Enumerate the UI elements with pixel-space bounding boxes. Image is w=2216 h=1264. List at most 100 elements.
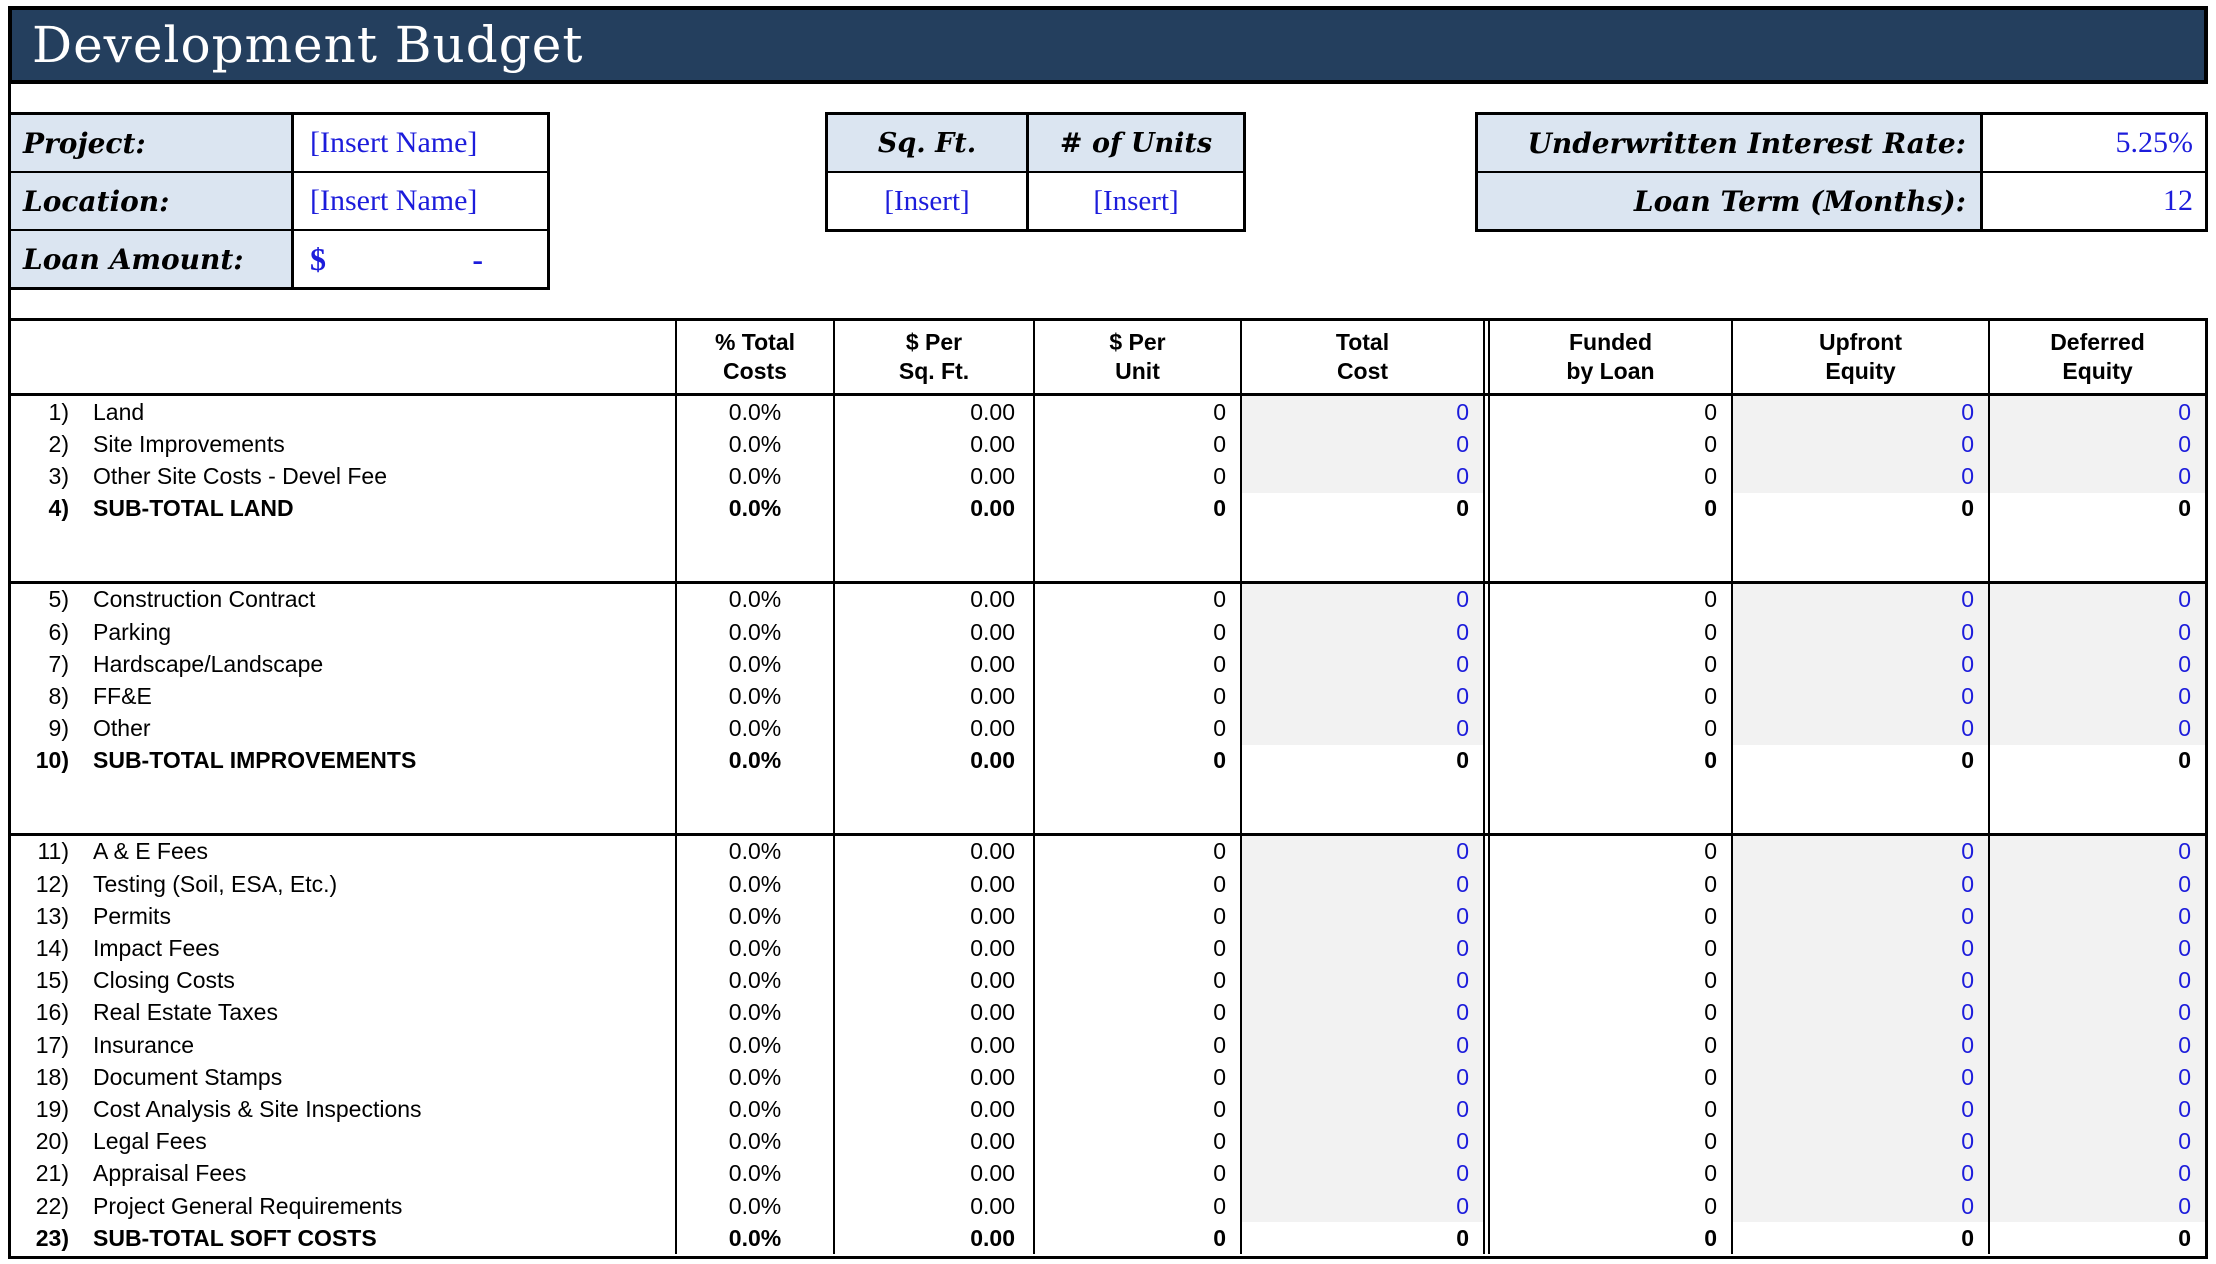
cell-total-cost[interactable]: 0: [1240, 1126, 1483, 1158]
cell-deferred-equity[interactable]: 0: [1988, 997, 2205, 1029]
cell-upfront-equity[interactable]: 0: [1731, 1126, 1988, 1158]
cell-pct-total-costs: 0.0%: [675, 1093, 833, 1125]
loan-amount-value-cell[interactable]: $ -: [294, 231, 547, 287]
cell-total-cost[interactable]: 0: [1240, 460, 1483, 492]
cell-upfront-equity[interactable]: 0: [1731, 1029, 1988, 1061]
cell-item: 8)FF&E: [11, 680, 675, 712]
cell-upfront-equity[interactable]: 0: [1731, 1158, 1988, 1190]
cell-per-sqft: 0.00: [833, 1029, 1033, 1061]
cell-upfront-equity[interactable]: 0: [1731, 836, 1988, 868]
cell-deferred-equity: 0: [1988, 1222, 2205, 1254]
cell-pct-total-costs: 0.0%: [675, 713, 833, 745]
cell-total-cost[interactable]: 0: [1240, 396, 1483, 428]
cell-total-cost[interactable]: 0: [1240, 648, 1483, 680]
cell-deferred-equity[interactable]: 0: [1988, 648, 2205, 680]
cell-deferred-equity[interactable]: 0: [1988, 932, 2205, 964]
cell-pct-total-costs: 0.0%: [675, 584, 833, 616]
item-label: Hardscape/Landscape: [93, 651, 323, 678]
cell-deferred-equity[interactable]: 0: [1988, 428, 2205, 460]
cell-upfront-equity[interactable]: 0: [1731, 713, 1988, 745]
cell-pct-total-costs: 0.0%: [675, 1158, 833, 1190]
interest-rate-value-cell[interactable]: 5.25%: [1983, 115, 2205, 171]
cell-total-cost[interactable]: 0: [1240, 965, 1483, 997]
item-label: Permits: [93, 903, 171, 930]
cell-deferred-equity[interactable]: 0: [1988, 1126, 2205, 1158]
cell-deferred-equity[interactable]: 0: [1988, 900, 2205, 932]
units-value-cell[interactable]: [Insert]: [1026, 173, 1243, 229]
cell-total-cost[interactable]: 0: [1240, 1029, 1483, 1061]
cell-total-cost[interactable]: 0: [1240, 932, 1483, 964]
cell-upfront-equity[interactable]: 0: [1731, 1093, 1988, 1125]
cell-deferred-equity[interactable]: 0: [1988, 680, 2205, 712]
cell-upfront-equity[interactable]: 0: [1731, 428, 1988, 460]
project-value-cell[interactable]: [Insert Name]: [294, 115, 547, 171]
col-header-per-sqft: $ PerSq. Ft.: [833, 321, 1033, 393]
cell-total-cost[interactable]: 0: [1240, 1158, 1483, 1190]
cell-total-cost[interactable]: 0: [1240, 900, 1483, 932]
item-number: 15): [11, 967, 69, 994]
cell-funded-by-loan: 0: [1483, 680, 1731, 712]
cell-total-cost[interactable]: 0: [1240, 1061, 1483, 1093]
cell-deferred-equity[interactable]: 0: [1988, 460, 2205, 492]
cell-funded-by-loan: 0: [1483, 460, 1731, 492]
item-label: Document Stamps: [93, 1064, 282, 1091]
cell-total-cost[interactable]: 0: [1240, 1190, 1483, 1222]
cell-total-cost[interactable]: 0: [1240, 680, 1483, 712]
sqft-value-cell[interactable]: [Insert]: [828, 173, 1026, 229]
item-label: Project General Requirements: [93, 1193, 402, 1220]
cell-upfront-equity[interactable]: 0: [1731, 868, 1988, 900]
cell-funded-by-loan: 0: [1483, 1126, 1731, 1158]
cell-deferred-equity[interactable]: 0: [1988, 868, 2205, 900]
cell-deferred-equity[interactable]: 0: [1988, 1158, 2205, 1190]
cell-total-cost[interactable]: 0: [1240, 868, 1483, 900]
cell-upfront-equity[interactable]: 0: [1731, 680, 1988, 712]
cell-upfront-equity[interactable]: 0: [1731, 1190, 1988, 1222]
cell-total-cost[interactable]: 0: [1240, 997, 1483, 1029]
item-number: 23): [11, 1225, 69, 1252]
cell-funded-by-loan: 0: [1483, 745, 1731, 777]
spacer-cell: [1240, 525, 1483, 581]
cell-deferred-equity[interactable]: 0: [1988, 396, 2205, 428]
cell-per-sqft: 0.00: [833, 932, 1033, 964]
cell-deferred-equity[interactable]: 0: [1988, 1190, 2205, 1222]
cell-deferred-equity[interactable]: 0: [1988, 836, 2205, 868]
cell-upfront-equity[interactable]: 0: [1731, 584, 1988, 616]
cell-per-sqft: 0.00: [833, 1061, 1033, 1093]
spacer-cell: [1988, 777, 2205, 833]
cell-per-unit: 0: [1033, 396, 1240, 428]
cell-upfront-equity[interactable]: 0: [1731, 965, 1988, 997]
cell-upfront-equity[interactable]: 0: [1731, 997, 1988, 1029]
cell-pct-total-costs: 0.0%: [675, 1126, 833, 1158]
cell-upfront-equity[interactable]: 0: [1731, 648, 1988, 680]
cell-deferred-equity[interactable]: 0: [1988, 616, 2205, 648]
cell-total-cost[interactable]: 0: [1240, 713, 1483, 745]
cell-deferred-equity[interactable]: 0: [1988, 713, 2205, 745]
cell-upfront-equity[interactable]: 0: [1731, 460, 1988, 492]
location-value-cell[interactable]: [Insert Name]: [294, 173, 547, 229]
project-label: Project:: [11, 115, 294, 171]
cell-funded-by-loan: 0: [1483, 965, 1731, 997]
cell-upfront-equity[interactable]: 0: [1731, 396, 1988, 428]
cell-upfront-equity[interactable]: 0: [1731, 900, 1988, 932]
cell-pct-total-costs: 0.0%: [675, 680, 833, 712]
item-number: 14): [11, 935, 69, 962]
cell-deferred-equity[interactable]: 0: [1988, 1093, 2205, 1125]
cell-total-cost[interactable]: 0: [1240, 1093, 1483, 1125]
cell-per-sqft: 0.00: [833, 713, 1033, 745]
cell-per-sqft: 0.00: [833, 1222, 1033, 1254]
cell-total-cost[interactable]: 0: [1240, 836, 1483, 868]
budget-section: 5)Construction Contract0.0%0.00000006)Pa…: [11, 584, 2205, 836]
cell-deferred-equity[interactable]: 0: [1988, 584, 2205, 616]
cell-total-cost[interactable]: 0: [1240, 584, 1483, 616]
cell-total-cost[interactable]: 0: [1240, 428, 1483, 460]
cell-deferred-equity[interactable]: 0: [1988, 1029, 2205, 1061]
cell-upfront-equity[interactable]: 0: [1731, 932, 1988, 964]
col-header-deferred-equity: DeferredEquity: [1988, 321, 2205, 393]
cell-deferred-equity[interactable]: 0: [1988, 965, 2205, 997]
loan-term-value-cell[interactable]: 12: [1983, 173, 2205, 229]
cell-upfront-equity[interactable]: 0: [1731, 1061, 1988, 1093]
cell-per-unit: 0: [1033, 836, 1240, 868]
cell-upfront-equity[interactable]: 0: [1731, 616, 1988, 648]
cell-total-cost[interactable]: 0: [1240, 616, 1483, 648]
cell-deferred-equity[interactable]: 0: [1988, 1061, 2205, 1093]
